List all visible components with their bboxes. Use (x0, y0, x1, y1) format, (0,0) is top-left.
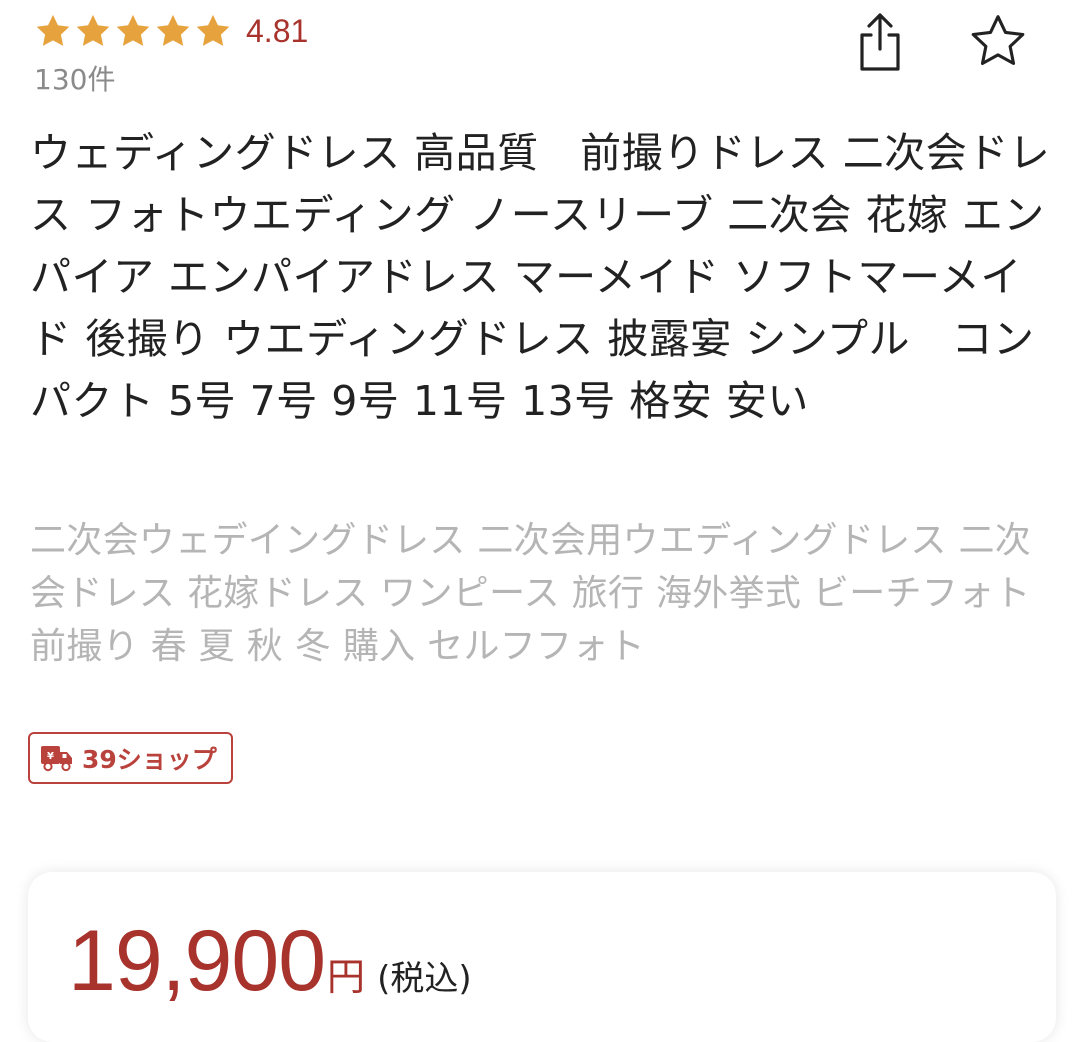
rating-stars (34, 12, 232, 50)
product-tags: 二次会ウェデイングドレス 二次会用ウエディングドレス 二次会ドレス 花嫁ドレス … (30, 520, 1032, 667)
star-filled-icon (36, 14, 70, 46)
price-amount: 19,900 (68, 913, 326, 1009)
rating-row[interactable]: 4.81 (34, 10, 308, 52)
star-filled-icon (76, 14, 110, 46)
favorite-button[interactable] (966, 10, 1030, 74)
share-button[interactable] (848, 10, 912, 74)
review-count[interactable]: 130件 (34, 58, 115, 98)
price-tax-label: (税込) (377, 959, 472, 999)
delivery-truck-icon: ¥ (41, 746, 72, 772)
price-card: 19,900 円 (税込) (28, 872, 1056, 1042)
star-outline-icon (971, 15, 1025, 65)
shop-badge-label: 39ショップ (82, 745, 217, 774)
star-filled-icon (196, 14, 230, 46)
star-filled-icon (156, 14, 190, 46)
svg-text:¥: ¥ (47, 751, 54, 762)
product-title: ウェディングドレス 高品質 前撮りドレス 二次会ドレス フォトウエディング ノー… (30, 129, 1051, 425)
shop-badge[interactable]: ¥ 39ショップ (28, 732, 233, 784)
rating-value: 4.81 (246, 12, 309, 49)
share-icon (860, 13, 900, 71)
star-filled-icon (116, 14, 150, 46)
price-currency: 円 (327, 955, 366, 999)
price-row: 19,900 円 (税込) (68, 912, 472, 1011)
